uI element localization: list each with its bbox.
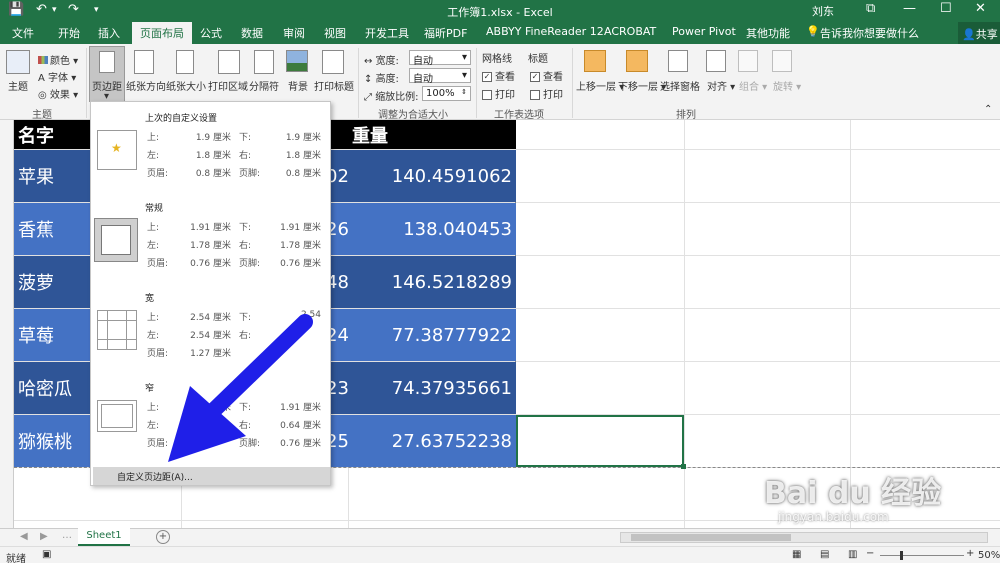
zoom-slider-thumb[interactable] xyxy=(900,551,903,560)
zoom-out-icon[interactable]: − xyxy=(866,548,874,559)
zoom-level[interactable]: 50% xyxy=(978,550,1000,561)
zoom-slider[interactable] xyxy=(880,555,964,556)
sheet-tabs-bar: ◀ ▶ … Sheet1 + xyxy=(0,528,1000,546)
page-break-view-icon[interactable]: ▥ xyxy=(848,549,857,560)
scrollbar-thumb[interactable] xyxy=(631,534,791,541)
status-bar: 就绪 ▣ ▦ ▤ ▥ − + 50% xyxy=(0,546,1000,565)
add-sheet-button[interactable]: + xyxy=(156,530,170,544)
arrow-shaft xyxy=(204,314,313,420)
scroll-left-icon[interactable]: ◀ xyxy=(20,531,28,542)
normal-view-icon[interactable]: ▦ xyxy=(792,549,801,560)
macro-record-icon[interactable]: ▣ xyxy=(42,549,51,560)
watermark-logo: Bai du 经验 xyxy=(764,468,941,512)
horizontal-scrollbar[interactable] xyxy=(620,532,988,543)
more-sheets-icon[interactable]: … xyxy=(62,530,72,541)
watermark-url: jingyan.baidu.com xyxy=(778,510,889,524)
zoom-in-icon[interactable]: + xyxy=(966,548,974,559)
sheet-tab-label: Sheet1 xyxy=(86,530,122,541)
plus-icon: + xyxy=(158,531,168,542)
page-layout-view-icon[interactable]: ▤ xyxy=(820,549,829,560)
scroll-right-icon[interactable]: ▶ xyxy=(40,531,48,542)
watermark-brand: Bai du 经验 xyxy=(764,476,942,511)
sheet-tab-sheet1[interactable]: Sheet1 xyxy=(78,528,130,546)
